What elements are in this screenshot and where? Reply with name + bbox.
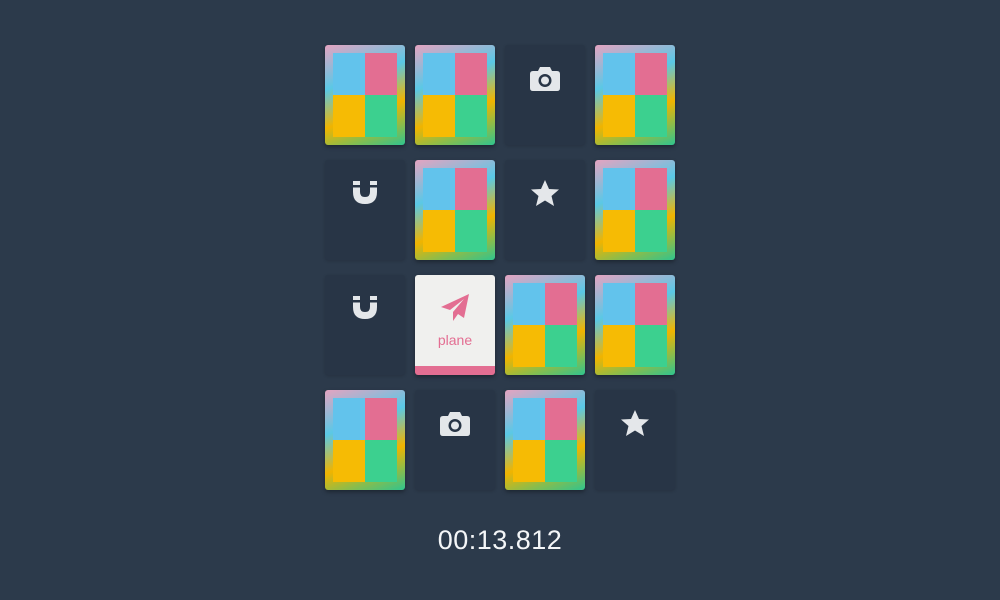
elapsed-timer: 00:13.812 xyxy=(437,525,563,555)
card-back-pattern xyxy=(333,398,397,482)
card-matched-camera xyxy=(505,45,585,145)
card-label: plane xyxy=(437,332,473,348)
card-matched-star xyxy=(505,160,585,260)
star-icon xyxy=(505,179,585,207)
card-face-down[interactable] xyxy=(325,45,405,145)
card-matched-magnet xyxy=(325,160,405,260)
card-matched-camera xyxy=(415,390,495,490)
card-face-down[interactable] xyxy=(415,45,495,145)
card-face-down[interactable] xyxy=(595,45,675,145)
card-back-pattern xyxy=(603,168,667,252)
plane-icon xyxy=(415,293,495,323)
card-face-down[interactable] xyxy=(325,390,405,490)
camera-icon xyxy=(415,409,495,437)
card-back-pattern xyxy=(603,283,667,367)
card-face-down[interactable] xyxy=(505,275,585,375)
card-matched-magnet xyxy=(325,275,405,375)
card-face-down[interactable] xyxy=(595,160,675,260)
card-face-down[interactable] xyxy=(505,390,585,490)
star-icon xyxy=(595,409,675,437)
card-face-down[interactable] xyxy=(415,160,495,260)
card-back-pattern xyxy=(603,53,667,137)
card-back-pattern xyxy=(423,53,487,137)
card-back-pattern xyxy=(333,53,397,137)
card-back-pattern xyxy=(513,398,577,482)
camera-icon xyxy=(505,64,585,92)
card-face-down[interactable] xyxy=(595,275,675,375)
magnet-icon xyxy=(325,294,405,320)
magnet-icon xyxy=(325,179,405,205)
card-back-pattern xyxy=(513,283,577,367)
game-board: plane xyxy=(325,45,675,490)
card-flipped-plane: plane xyxy=(415,275,495,375)
card-back-pattern xyxy=(423,168,487,252)
card-matched-star xyxy=(595,390,675,490)
